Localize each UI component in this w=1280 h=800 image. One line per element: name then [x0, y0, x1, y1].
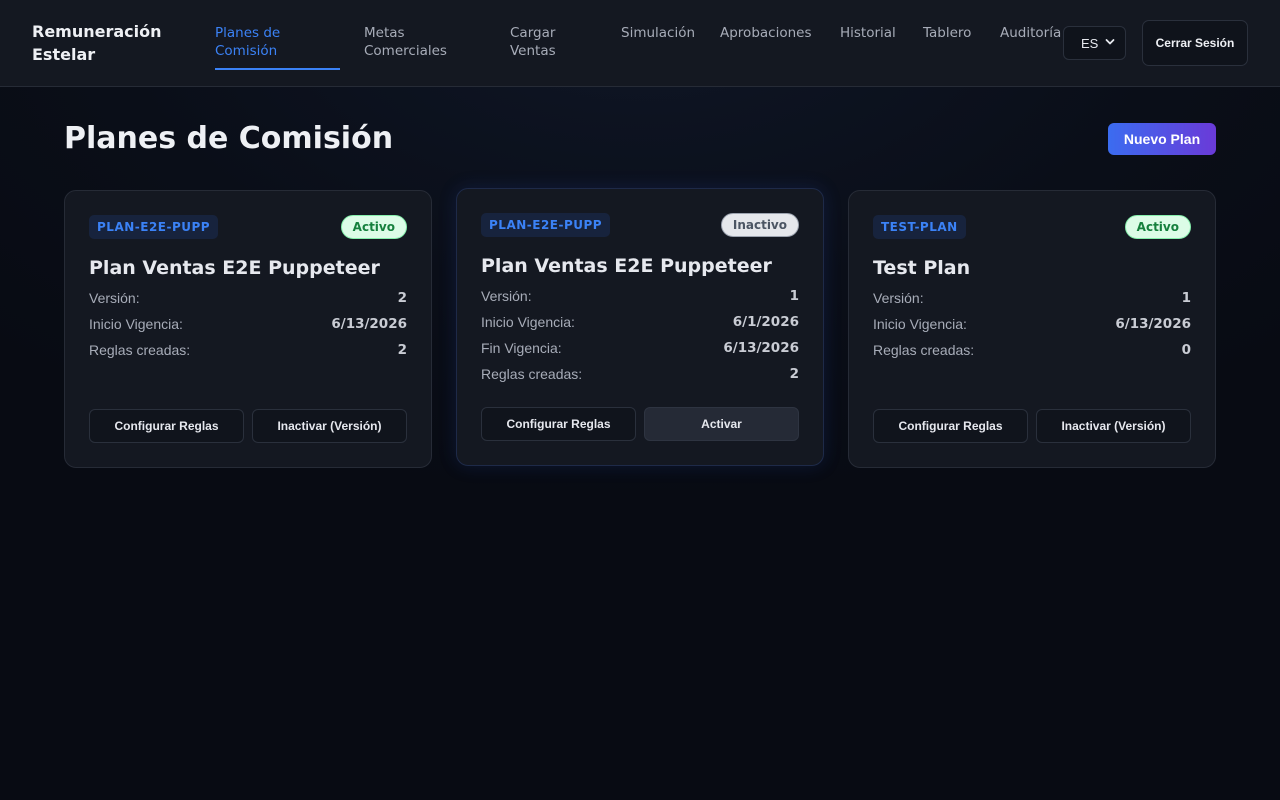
field-value: 6/13/2026 — [723, 340, 799, 356]
language-select[interactable]: ES — [1063, 26, 1126, 60]
nav-item-cargar-ventas[interactable]: Cargar Ventas — [510, 24, 580, 60]
status-badge: Activo — [340, 215, 407, 239]
status-badge: Activo — [1124, 215, 1191, 239]
field-value: 6/13/2026 — [1115, 316, 1191, 332]
plan-card: PLAN-E2E-PUPP Activo Plan Ventas E2E Pup… — [64, 190, 432, 468]
field-value: 2 — [397, 342, 407, 358]
field-value: 1 — [789, 288, 799, 304]
field-value: 1 — [1181, 290, 1191, 306]
deactivate-version-button[interactable]: Inactivar (Versión) — [252, 409, 407, 443]
plan-name: Plan Ventas E2E Puppeteer — [89, 257, 380, 279]
status-badge: Inactivo — [720, 213, 799, 237]
field-value: 2 — [397, 290, 407, 306]
new-plan-button[interactable]: Nuevo Plan — [1108, 123, 1216, 155]
field-label: Reglas creadas: — [873, 342, 975, 358]
chevron-down-icon — [1105, 39, 1115, 45]
plan-field-row: Fin Vigencia: 6/13/2026 — [481, 339, 799, 357]
configure-rules-button[interactable]: Configurar Reglas — [873, 409, 1028, 443]
field-value: 6/1/2026 — [732, 314, 799, 330]
plan-card: TEST-PLAN Activo Test Plan Versión: 1 In… — [848, 190, 1216, 468]
field-value: 0 — [1181, 342, 1191, 358]
plan-field-row: Reglas creadas: 2 — [481, 365, 799, 383]
plan-code-badge: PLAN-E2E-PUPP — [89, 215, 219, 239]
configure-rules-button[interactable]: Configurar Reglas — [89, 409, 244, 443]
nav-item-planes-comision[interactable]: Planes de Comisión — [215, 24, 335, 60]
app-brand[interactable]: Remuneración Estelar — [32, 20, 182, 66]
field-label: Versión: — [89, 290, 140, 306]
field-label: Inicio Vigencia: — [481, 314, 575, 330]
page-title: Planes de Comisión — [64, 121, 394, 156]
nav-item-aprobaciones[interactable]: Aprobaciones — [720, 24, 812, 42]
plan-field-row: Inicio Vigencia: 6/1/2026 — [481, 313, 799, 331]
field-label: Fin Vigencia: — [481, 340, 562, 356]
active-nav-indicator — [215, 68, 340, 70]
plan-field-row: Inicio Vigencia: 6/13/2026 — [89, 315, 407, 333]
top-navbar: Remuneración Estelar Planes de Comisión … — [0, 0, 1280, 87]
field-value: 2 — [789, 366, 799, 382]
field-label: Inicio Vigencia: — [89, 316, 183, 332]
field-label: Reglas creadas: — [481, 366, 583, 382]
language-select-value: ES — [1081, 35, 1099, 51]
plan-field-row: Reglas creadas: 2 — [89, 341, 407, 359]
field-value: 6/13/2026 — [331, 316, 407, 332]
configure-rules-button[interactable]: Configurar Reglas — [481, 407, 636, 441]
deactivate-version-button[interactable]: Inactivar (Versión) — [1036, 409, 1191, 443]
nav-item-simulacion[interactable]: Simulación — [621, 24, 695, 42]
nav-item-tablero[interactable]: Tablero — [923, 24, 971, 42]
plan-name: Test Plan — [873, 257, 971, 279]
plan-field-row: Versión: 1 — [481, 287, 799, 305]
nav-item-metas-comerciales[interactable]: Metas Comerciales — [364, 24, 474, 60]
nav-item-historial[interactable]: Historial — [840, 24, 896, 42]
plan-code-badge: TEST-PLAN — [873, 215, 966, 239]
logout-button[interactable]: Cerrar Sesión — [1142, 20, 1248, 66]
field-label: Versión: — [481, 288, 532, 304]
plan-code-badge: PLAN-E2E-PUPP — [481, 213, 611, 237]
plan-field-row: Versión: 1 — [873, 289, 1191, 307]
nav-item-auditoria[interactable]: Auditoría — [1000, 24, 1061, 42]
plan-field-row: Reglas creadas: 0 — [873, 341, 1191, 359]
field-label: Inicio Vigencia: — [873, 316, 967, 332]
plan-field-row: Versión: 2 — [89, 289, 407, 307]
activate-button[interactable]: Activar — [644, 407, 799, 441]
field-label: Reglas creadas: — [89, 342, 191, 358]
field-label: Versión: — [873, 290, 924, 306]
plan-field-row: Inicio Vigencia: 6/13/2026 — [873, 315, 1191, 333]
plan-card: PLAN-E2E-PUPP Inactivo Plan Ventas E2E P… — [456, 188, 824, 466]
plan-name: Plan Ventas E2E Puppeteer — [481, 255, 772, 277]
